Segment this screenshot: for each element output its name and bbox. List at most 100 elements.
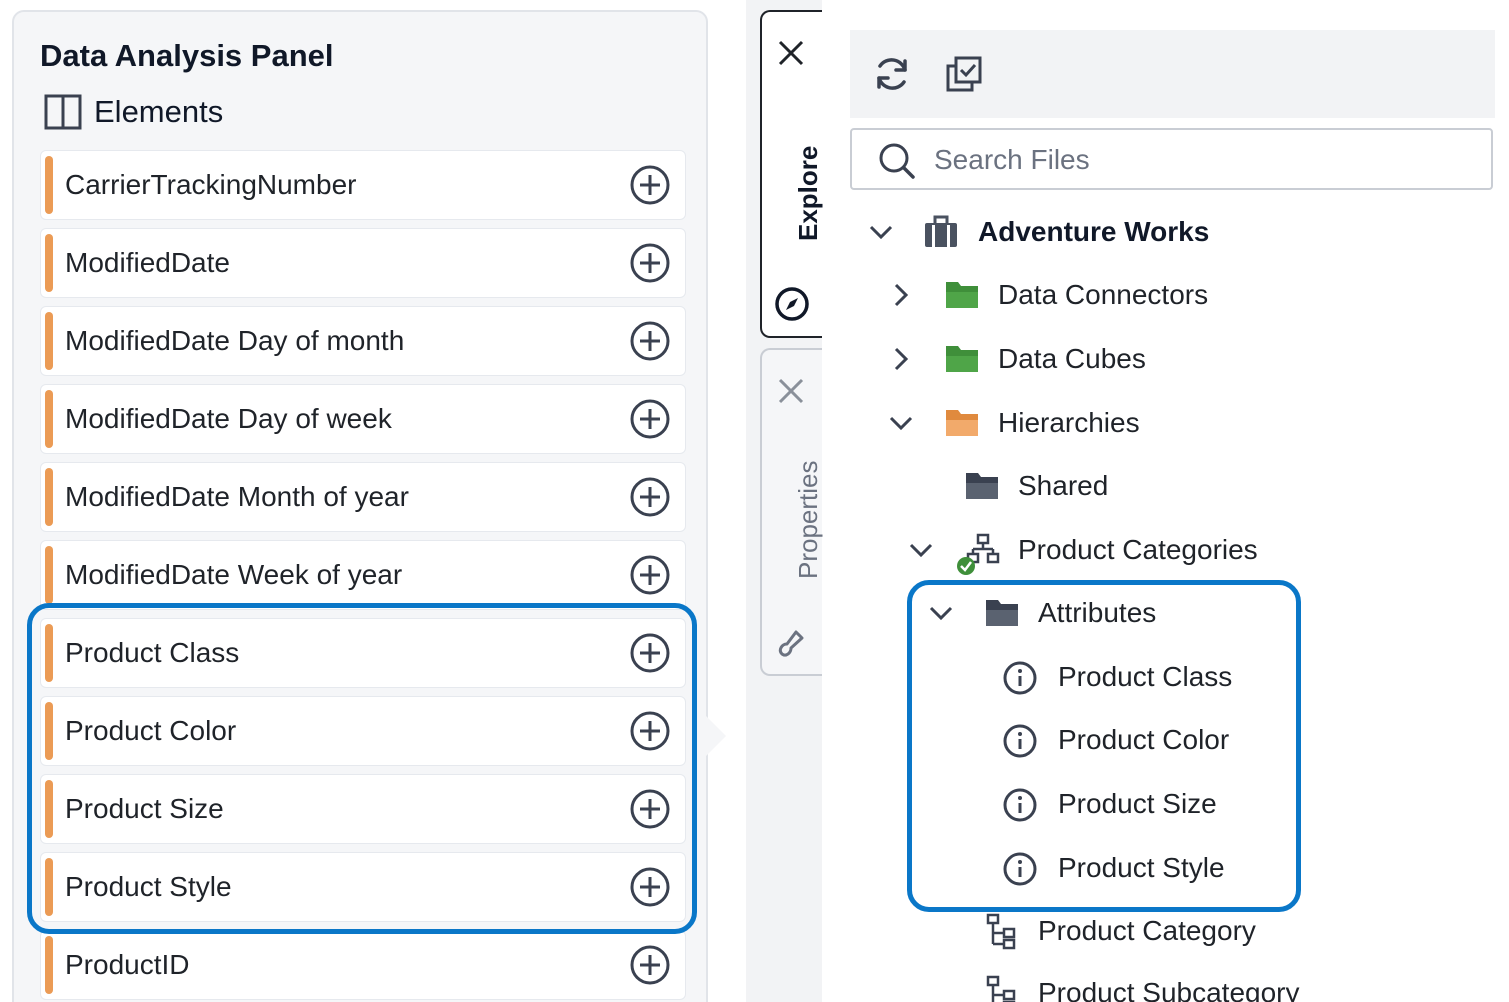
chevron-down-icon[interactable] xyxy=(886,408,916,438)
tree-node-attribute-item[interactable]: Product Size xyxy=(1002,779,1282,829)
tree-node-label: Attributes xyxy=(1038,597,1157,628)
tree-node-data-connectors[interactable]: Data Connectors xyxy=(886,270,1286,320)
panel-title: Data Analysis Panel xyxy=(40,38,334,73)
plus-circle-icon[interactable] xyxy=(629,164,671,206)
tree-node-label: Data Connectors xyxy=(998,279,1209,310)
element-row[interactable]: Product Style xyxy=(40,852,686,922)
info-icon xyxy=(1003,852,1037,886)
element-name: ModifiedDate Day of month xyxy=(65,325,405,356)
chevron-down-icon[interactable] xyxy=(926,598,956,628)
level-icon xyxy=(986,975,1016,1002)
element-accent-bar xyxy=(45,936,53,994)
element-row[interactable]: ModifiedDate Day of week xyxy=(40,384,686,454)
compass-icon xyxy=(775,287,809,321)
plus-circle-icon[interactable] xyxy=(629,320,671,362)
tree-node-label: Product Category xyxy=(1038,915,1256,946)
element-row[interactable]: ModifiedDate Day of month xyxy=(40,306,686,376)
tree-node-product-categories[interactable]: Product Categories xyxy=(906,525,1326,575)
plus-circle-icon[interactable] xyxy=(629,866,671,908)
element-list: CarrierTrackingNumber ModifiedDate Modif… xyxy=(40,150,686,1002)
close-icon[interactable] xyxy=(776,38,806,68)
element-accent-bar xyxy=(45,780,53,838)
tree-node-label: Data Cubes xyxy=(998,343,1146,374)
tree-node-label: Product Color xyxy=(1058,724,1230,755)
element-name: ModifiedDate Week of year xyxy=(65,559,403,590)
element-accent-bar xyxy=(45,702,53,760)
tree-node-product-category[interactable]: Product Category xyxy=(984,906,1384,956)
tree-node-label: Adventure Works xyxy=(978,216,1210,247)
chevron-right-icon[interactable] xyxy=(886,344,916,374)
plus-circle-icon[interactable] xyxy=(629,944,671,986)
tab-explore[interactable]: Explore xyxy=(760,10,823,338)
search-input[interactable] xyxy=(932,138,1476,182)
tree-node-label: Shared xyxy=(1018,470,1109,501)
tab-properties[interactable]: Properties xyxy=(760,348,823,676)
columns-icon xyxy=(44,94,82,130)
close-icon[interactable] xyxy=(776,376,806,406)
info-icon xyxy=(1003,788,1037,822)
tree-node-attribute-item[interactable]: Product Class xyxy=(1002,652,1282,702)
search-files-box[interactable] xyxy=(850,128,1493,190)
hierarchy-check-icon xyxy=(957,533,1000,575)
element-accent-bar xyxy=(45,234,53,292)
tree-node-data-cubes[interactable]: Data Cubes xyxy=(886,334,1286,384)
chevron-down-icon[interactable] xyxy=(866,217,896,247)
tree-node-shared[interactable]: Shared xyxy=(964,461,1264,511)
refresh-icon[interactable] xyxy=(872,54,912,94)
element-name: Product Style xyxy=(65,871,232,902)
tree-node-product-subcategory[interactable]: Product Subcategory xyxy=(984,968,1444,1002)
element-name: ProductID xyxy=(65,949,190,980)
element-name: ModifiedDate Day of week xyxy=(65,403,392,434)
chevron-right-icon[interactable] xyxy=(886,280,916,310)
folder-green-icon xyxy=(946,282,978,308)
level-icon xyxy=(986,913,1016,950)
plus-circle-icon[interactable] xyxy=(629,554,671,596)
elements-section-header: Elements xyxy=(44,92,223,132)
folder-dark-icon xyxy=(966,473,998,499)
element-name: Product Class xyxy=(65,637,240,668)
element-row[interactable]: ProductID xyxy=(40,930,686,1000)
explorer-toolbar xyxy=(850,30,1495,118)
plus-circle-icon[interactable] xyxy=(629,242,671,284)
plus-circle-icon[interactable] xyxy=(629,632,671,674)
element-accent-bar xyxy=(45,546,53,604)
tree-node-label: Product Size xyxy=(1058,788,1217,819)
plus-circle-icon[interactable] xyxy=(629,476,671,518)
element-accent-bar xyxy=(45,624,53,682)
element-accent-bar xyxy=(45,156,53,214)
data-analysis-panel: Data Analysis Panel Elements CarrierTrac… xyxy=(12,10,708,1002)
element-name: Product Size xyxy=(65,793,224,824)
tree-node-attribute-item[interactable]: Product Color xyxy=(1002,715,1282,765)
plus-circle-icon[interactable] xyxy=(629,398,671,440)
plus-circle-icon[interactable] xyxy=(629,788,671,830)
tree-node-attributes[interactable]: Attributes xyxy=(926,588,1286,638)
element-row[interactable]: Product Class xyxy=(40,618,686,688)
tab-properties-label: Properties xyxy=(793,460,823,580)
chevron-down-icon[interactable] xyxy=(906,535,936,565)
tree-node-label: Product Categories xyxy=(1018,534,1258,565)
element-row[interactable]: ModifiedDate Week of year xyxy=(40,540,686,610)
element-row[interactable]: CarrierTrackingNumber xyxy=(40,150,686,220)
paintbrush-icon xyxy=(778,630,804,657)
element-name: ModifiedDate xyxy=(65,247,230,278)
element-accent-bar xyxy=(45,390,53,448)
element-row[interactable]: ModifiedDate xyxy=(40,228,686,298)
tree-node-attribute-item[interactable]: Product Style xyxy=(1002,843,1282,893)
multi-select-icon[interactable] xyxy=(944,54,984,94)
element-name: CarrierTrackingNumber xyxy=(65,169,357,200)
element-accent-bar xyxy=(45,312,53,370)
tree-node-adventure-works[interactable]: Adventure Works xyxy=(866,207,1286,257)
element-row[interactable]: Product Color xyxy=(40,696,686,766)
folder-dark-icon xyxy=(986,600,1018,626)
info-icon xyxy=(1003,724,1037,758)
search-icon xyxy=(879,143,915,179)
element-row[interactable]: Product Size xyxy=(40,774,686,844)
plus-circle-icon[interactable] xyxy=(629,710,671,752)
folder-orange-icon xyxy=(946,410,978,436)
element-name: ModifiedDate Month of year xyxy=(65,481,409,512)
element-row[interactable]: ModifiedDate Month of year xyxy=(40,462,686,532)
tree-node-label: Product Class xyxy=(1058,661,1233,692)
folder-green-icon xyxy=(946,346,978,372)
tree-node-hierarchies[interactable]: Hierarchies xyxy=(886,398,1286,448)
briefcase-icon xyxy=(925,215,957,247)
